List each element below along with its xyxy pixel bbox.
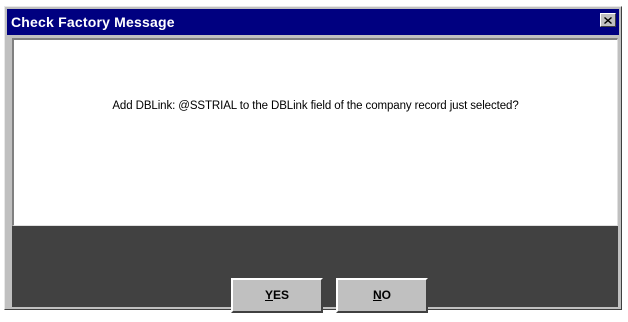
yes-button[interactable]: YES [231, 278, 323, 313]
no-button[interactable]: NO [336, 278, 428, 313]
message-dialog: Check Factory Message Add DBLink: @SSTRI… [4, 6, 622, 313]
yes-button-mnemonic: Y [264, 288, 273, 302]
title-bar[interactable]: Check Factory Message [7, 9, 619, 35]
close-button[interactable] [600, 13, 616, 27]
yes-button-label: ES [273, 288, 290, 302]
message-text: Add DBLink: @SSTRIAL to the DBLink field… [112, 100, 519, 112]
button-area: YES NO [12, 226, 618, 313]
close-icon [604, 16, 612, 24]
dialog-title: Check Factory Message [11, 14, 175, 30]
no-button-mnemonic: N [372, 288, 382, 302]
message-panel: Add DBLink: @SSTRIAL to the DBLink field… [12, 38, 618, 226]
no-button-label: O [381, 288, 391, 302]
